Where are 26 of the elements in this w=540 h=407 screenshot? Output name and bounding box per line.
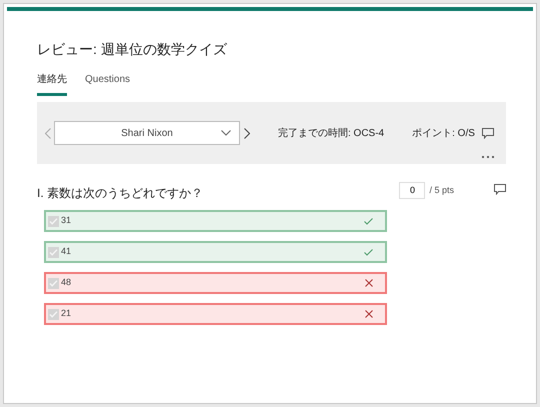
option-label: 41 (61, 245, 72, 258)
cross-icon (365, 279, 373, 287)
page-title: レビュー: 週単位の数学クイズ (37, 40, 228, 59)
tab[interactable]: 連絡先 (37, 72, 67, 96)
responder-dropdown[interactable]: Shari Nixon (54, 121, 240, 145)
time-label: 完了までの時間: OCS-4 (278, 126, 384, 140)
checkbox[interactable] (48, 216, 59, 226)
option-label: 31 (61, 214, 72, 228)
cross-icon (365, 310, 373, 318)
points-label: ポイント: O/S (412, 126, 475, 140)
comment-icon[interactable] (482, 128, 494, 138)
checkbox[interactable] (48, 308, 59, 320)
option-label: 48 (61, 276, 72, 290)
comment-icon[interactable] (494, 184, 506, 195)
chevron-down-icon (221, 130, 231, 136)
tab[interactable]: Questions (85, 72, 130, 96)
check-icon (364, 218, 373, 224)
previous-icon[interactable] (45, 128, 51, 138)
checkbox[interactable] (48, 278, 59, 288)
option-label: 21 (61, 307, 72, 320)
check-icon (364, 248, 373, 256)
question-text: I. 素数は次のうちどれですか？ (37, 185, 204, 202)
checkbox[interactable] (48, 246, 59, 258)
next-icon[interactable] (244, 128, 250, 138)
max-points: / 5 pts (429, 184, 454, 197)
score-field[interactable]: 0 (399, 182, 426, 199)
